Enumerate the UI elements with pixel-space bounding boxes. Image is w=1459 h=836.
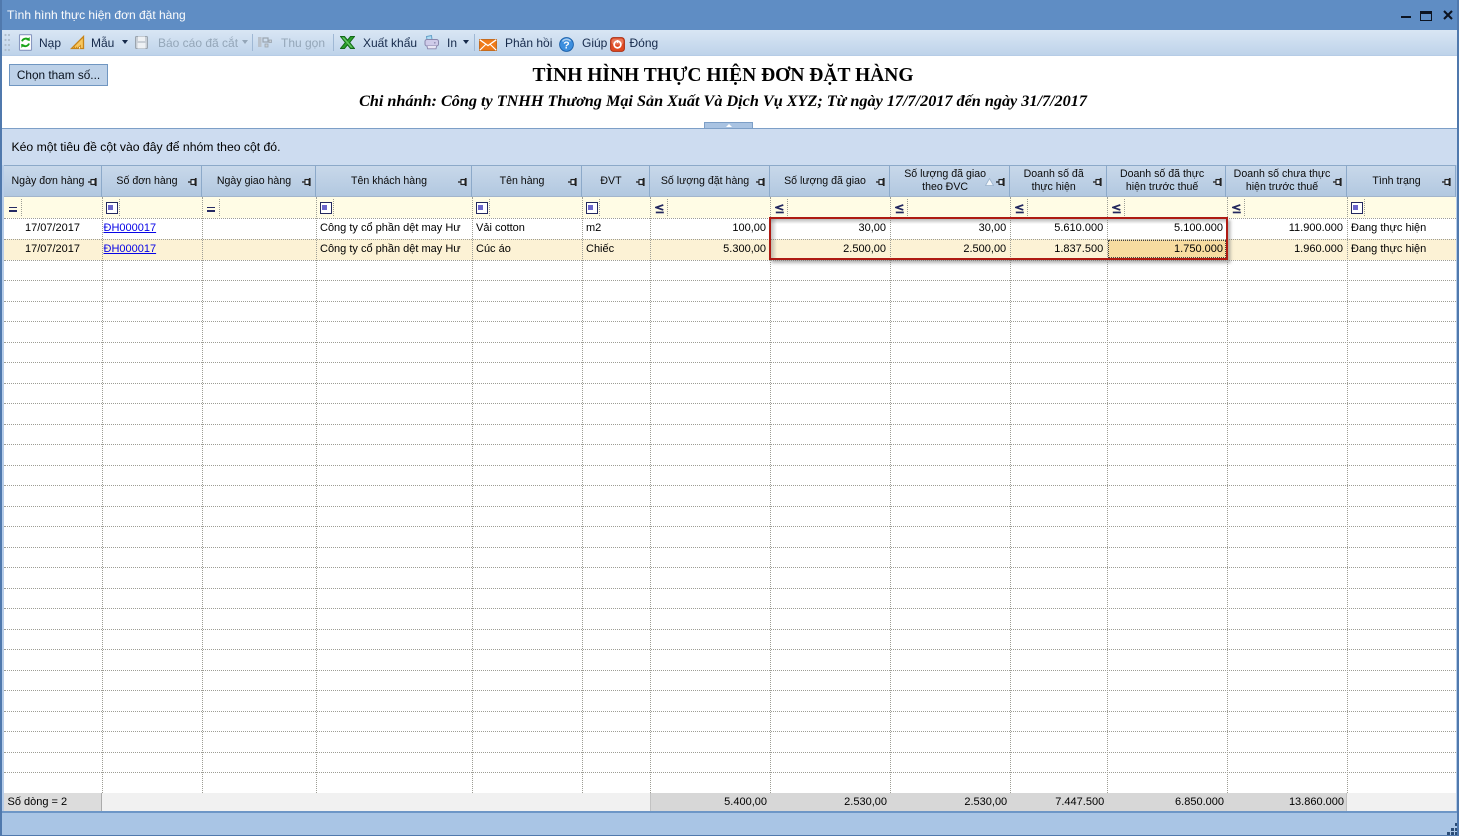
svg-text:?: ? bbox=[563, 39, 569, 51]
